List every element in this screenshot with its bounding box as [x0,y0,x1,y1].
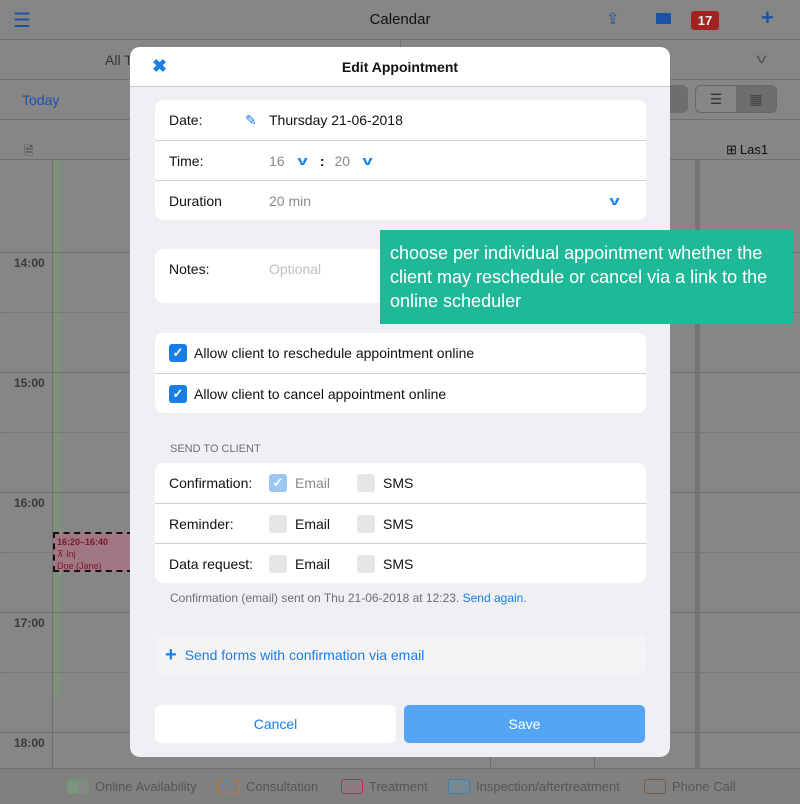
send-forms-label: Send forms with confirmation via email [184,647,425,663]
send-options: Confirmation: ✓ Email SMS Reminder: Emai… [155,463,646,583]
reminder-row: Reminder: Email SMS [155,503,646,543]
send-again-link[interactable]: Send again. [463,591,527,605]
notes-input[interactable]: Optional [269,261,321,277]
confirmation-row: Confirmation: ✓ Email SMS [155,463,646,503]
tooltip: choose per individual appointment whethe… [380,230,793,324]
data-request-label: Data request: [169,555,254,572]
filter-select[interactable]: All T [105,52,133,68]
duration-row[interactable]: Duration 20 min v [155,180,646,220]
chevron-down-icon[interactable]: v [297,153,307,168]
edit-appointment-dialog: ✖ Edit Appointment Date: ✎ Thursday 21-0… [130,47,670,757]
reschedule-checkbox[interactable]: ✓ [169,344,187,362]
cancel-option[interactable]: ✓ Allow client to cancel appointment onl… [155,373,646,413]
confirmation-email-checkbox[interactable]: ✓ [269,474,287,492]
top-bar: ☰ Calendar ⇪ 17 + [0,0,800,40]
legend: Online Availability Consultation Treatme… [0,768,800,804]
hour-label: 16:00 [14,496,45,510]
confirmation-label: Confirmation: [169,475,253,491]
data-request-row: Data request: Email SMS [155,543,646,583]
chevron-down-icon[interactable]: v [363,153,373,168]
plus-icon[interactable]: + [761,5,774,31]
send-to-client-header: SEND TO CLIENT [170,443,261,455]
medical-bag-icon: ⊞ [726,142,737,157]
reminder-email-checkbox[interactable] [269,514,287,533]
legend-item: Consultation [218,779,318,794]
send-forms-button[interactable]: + Send forms with confirmation via email [155,635,646,675]
page-title: Calendar [369,11,431,28]
pencil-icon[interactable]: ✎ [245,112,269,129]
reminder-sms-checkbox[interactable] [357,514,375,533]
reschedule-option[interactable]: ✓ Allow client to reschedule appointment… [155,333,646,373]
data-request-sms-checkbox[interactable] [357,554,375,573]
date-row[interactable]: Date: ✎ Thursday 21-06-2018 [155,100,646,140]
resource-name: Las1 [739,142,769,157]
sent-note: Confirmation (email) sent on Thu 21-06-2… [170,591,527,605]
share-icon[interactable]: ⇪ [606,9,619,29]
hour-select[interactable]: 16 [269,153,285,169]
time-label: Time: [169,152,204,169]
legend-item: Phone Call [644,779,736,794]
hierarchy-icon: ⊼ [57,549,64,559]
cancel-checkbox[interactable]: ✓ [169,384,187,403]
monitor-icon[interactable] [656,13,671,24]
sms-label: SMS [383,555,414,572]
hour-label: 15:00 [14,376,45,390]
grid-view-icon[interactable]: ▦ [736,86,776,112]
appointment-block[interactable]: 16:20–16:40 ⊼ Inj Doe (Jane) [53,532,133,572]
sent-note-text: Confirmation (email) sent on Thu 21-06-2… [170,591,460,605]
resource-header: ⊞ Las1 [726,142,768,158]
time-row: Time: 16 v : 20 v [155,140,646,180]
duration-select[interactable]: 20 min [269,193,611,209]
time-separator: : [319,152,325,169]
list-view-icon[interactable]: ☰ [696,86,736,112]
appointment-type: Inj [66,549,76,559]
cancel-button[interactable]: Cancel [155,705,396,743]
duration-label: Duration [169,192,222,209]
email-label: Email [295,475,331,491]
legend-item: Inspection/aftertreatment [448,779,620,794]
availability-strip [52,160,62,696]
view-toggle[interactable]: ☰ ▦ [695,85,777,113]
hour-label: 18:00 [14,736,45,750]
save-button[interactable]: Save [404,705,645,743]
reschedule-label: Allow client to reschedule appointment o… [194,345,475,361]
legend-item: Online Availability [67,779,197,794]
appointment-details: Date: ✎ Thursday 21-06-2018 Time: 16 v :… [155,100,646,220]
email-label: Email [295,555,331,572]
email-label: Email [295,515,331,532]
confirmation-sms-checkbox[interactable] [357,474,375,492]
dialog-title: Edit Appointment [341,59,459,75]
minute-select[interactable]: 20 [334,153,350,169]
notes-label: Notes: [169,261,210,277]
sms-label: SMS [383,475,414,491]
plus-icon: + [165,643,177,666]
hour-label: 17:00 [14,616,45,630]
chevron-down-icon[interactable]: v [756,50,767,66]
today-button[interactable]: Today [22,92,59,108]
data-request-email-checkbox[interactable] [269,554,287,573]
chevron-down-icon[interactable]: v [609,193,619,208]
date-value[interactable]: Thursday 21-06-2018 [269,112,403,128]
online-options: ✓ Allow client to reschedule appointment… [155,333,646,413]
legend-item: Treatment [341,779,428,794]
appointment-client: Doe (Jane) [57,561,102,571]
notification-badge[interactable]: 17 [691,11,719,30]
reminder-label: Reminder: [169,515,234,532]
sms-label: SMS [383,515,414,532]
appointment-time: 16:20–16:40 [57,537,109,547]
cancel-label: Allow client to cancel appointment onlin… [194,385,447,402]
hour-label: 14:00 [14,256,45,270]
